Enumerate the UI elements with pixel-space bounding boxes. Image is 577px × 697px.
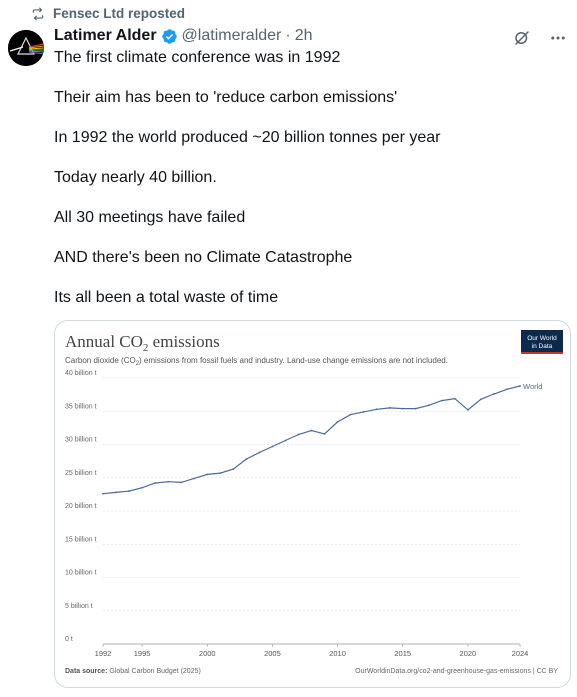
x-tick-label: 1992 — [95, 649, 112, 658]
chart-subtitle: Carbon dioxide (CO2) emissions from foss… — [65, 356, 448, 367]
x-tick-label: 2015 — [394, 649, 411, 658]
display-name[interactable]: Latimer Alder — [54, 27, 157, 45]
tweet-paragraph: All 30 meetings have failed — [54, 209, 246, 226]
tweet-paragraph: In 1992 the world produced ~20 billion t… — [54, 129, 441, 146]
grok-icon[interactable] — [513, 29, 531, 47]
tweet-paragraph: Today nearly 40 billion. — [54, 169, 217, 186]
x-tick-label: 2000 — [199, 649, 216, 658]
y-tick-label: 20 billion t — [65, 503, 97, 510]
x-axis-ticks: 1992 1995 2000 2005 2010 2015 2020 2024 — [95, 644, 529, 658]
data-point — [154, 482, 157, 484]
y-tick-label: 40 billion t — [65, 370, 97, 377]
data-point — [323, 432, 326, 435]
y-tick-label: 10 billion t — [65, 570, 97, 577]
y-tick-label: 25 billion t — [65, 470, 97, 477]
x-tick-label: 2024 — [512, 649, 529, 658]
tweet-paragraph: AND there's been no Climate Catastrophe — [54, 249, 353, 266]
data-point — [180, 481, 183, 484]
y-axis-ticks: 0 t 5 billion t 10 billion t 15 billion t 20… — [65, 370, 97, 643]
data-point — [271, 445, 274, 448]
data-point — [375, 408, 378, 411]
data-point — [453, 397, 456, 400]
data-point — [102, 492, 104, 495]
data-point — [167, 480, 170, 483]
timestamp[interactable]: 2h — [295, 27, 313, 45]
chart-source: Data source: Global Carbon Budget (2025) — [65, 668, 201, 675]
repost-banner[interactable]: Fensec Ltd reposted — [31, 6, 185, 21]
data-point — [141, 486, 143, 489]
co2-emissions-chart: Annual CO2 emissions Carbon dioxide (CO2… — [65, 330, 563, 675]
data-point — [427, 404, 430, 407]
tweet-text: The first climate conference was in 1992… — [54, 48, 559, 328]
y-tick-label: 35 billion t — [65, 403, 97, 410]
data-point — [519, 385, 521, 387]
y-tick-label: 5 billion t — [65, 603, 93, 610]
data-point — [493, 393, 495, 395]
verified-badge-icon — [161, 28, 177, 44]
data-point — [245, 458, 248, 461]
data-point — [297, 433, 300, 436]
avatar[interactable] — [8, 30, 44, 66]
data-point — [232, 468, 235, 471]
repost-label: Fensec Ltd reposted — [53, 6, 186, 21]
data-point — [414, 407, 417, 410]
tweet-paragraph: Their aim has been to 'reduce carbon emi… — [54, 89, 398, 106]
y-tick-label: 0 t — [65, 636, 73, 643]
chart-grid — [103, 377, 520, 645]
top-actions — [513, 29, 567, 47]
chart-image-card[interactable]: Annual CO2 emissions Carbon dioxide (CO2… — [54, 320, 571, 688]
tweet-header: Latimer Alder @latimeralder · 2h — [54, 27, 313, 45]
x-tick-label: 1995 — [134, 649, 151, 658]
y-tick-label: 15 billion t — [65, 536, 97, 543]
svg-text:in Data: in Data — [532, 343, 553, 350]
data-point — [401, 407, 404, 410]
repost-icon — [32, 7, 44, 20]
x-tick-label: 2020 — [460, 649, 477, 658]
chart-title: Annual CO2 emissions — [65, 332, 220, 354]
tweet-paragraph: Its all been a total waste of time — [54, 289, 279, 306]
x-tick-label: 2005 — [264, 649, 281, 658]
y-tick-label: 30 billion t — [65, 437, 97, 444]
data-point — [206, 473, 209, 476]
more-options-icon[interactable] — [549, 29, 567, 47]
x-tick-label: 2010 — [329, 649, 346, 658]
data-point — [349, 413, 352, 416]
data-point — [128, 490, 130, 492]
data-point — [466, 409, 469, 411]
data-point — [506, 388, 508, 391]
handle[interactable]: @latimeralder — [182, 27, 282, 45]
separator-dot: · — [285, 27, 291, 44]
data-point — [362, 411, 365, 413]
owid-logo: Our World in Data — [521, 330, 563, 354]
tweet-paragraph: The first climate conference was in 1992 — [54, 49, 341, 66]
data-point — [115, 491, 117, 494]
data-point — [440, 399, 443, 402]
data-point — [193, 477, 196, 480]
data-point — [219, 472, 222, 474]
data-point — [310, 429, 313, 432]
data-point — [388, 407, 391, 409]
data-point — [336, 420, 339, 423]
svg-text:Our World: Our World — [527, 335, 557, 342]
prism-avatar-icon — [8, 30, 44, 66]
data-point — [480, 398, 482, 401]
data-point — [258, 451, 261, 454]
series-label: World — [523, 382, 542, 391]
data-point — [284, 439, 287, 442]
chart-url: OurWorldinData.org/co2-and-greenhouse-ga… — [355, 668, 558, 675]
